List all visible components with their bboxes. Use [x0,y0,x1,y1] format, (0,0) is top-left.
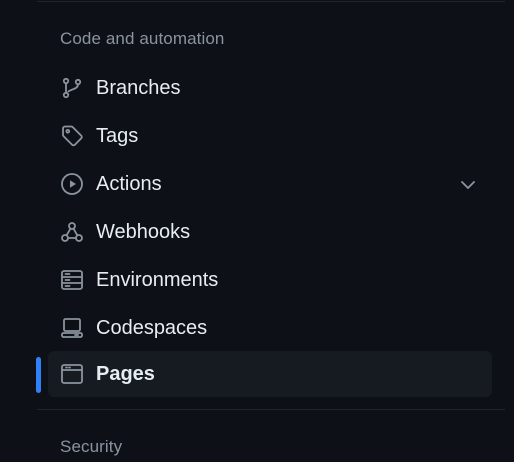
sidebar-item-codespaces[interactable]: Codespaces [48,305,492,351]
settings-sidebar: Code and automation Branches Tags Action… [0,0,514,462]
tag-icon [60,124,84,148]
section-heading-security: Security [60,437,123,456]
sidebar-item-webhooks[interactable]: Webhooks [48,209,492,255]
browser-icon [60,362,84,386]
server-icon [60,268,84,292]
sidebar-item-branches[interactable]: Branches [48,65,492,111]
top-divider [37,1,505,2]
sidebar-item-actions[interactable]: Actions [48,161,492,207]
sidebar-item-label: Actions [96,173,162,195]
webhook-icon [60,220,84,244]
sidebar-item-label: Codespaces [96,317,208,339]
chevron-down-icon[interactable] [458,175,478,195]
sidebar-item-environments[interactable]: Environments [48,257,492,303]
sidebar-item-label: Environments [96,269,219,291]
section-heading-code-automation: Code and automation [60,29,225,48]
sidebar-item-label: Tags [96,125,139,147]
sidebar-item-pages[interactable]: Pages [48,351,492,397]
sidebar-item-tags[interactable]: Tags [48,113,492,159]
git-branch-icon [60,76,84,100]
section-divider [37,409,505,410]
codespaces-icon [60,316,84,340]
sidebar-item-label: Pages [96,363,155,385]
play-icon [60,172,84,196]
sidebar-item-label: Webhooks [96,221,191,243]
sidebar-item-label: Branches [96,77,181,99]
active-indicator [36,357,41,393]
